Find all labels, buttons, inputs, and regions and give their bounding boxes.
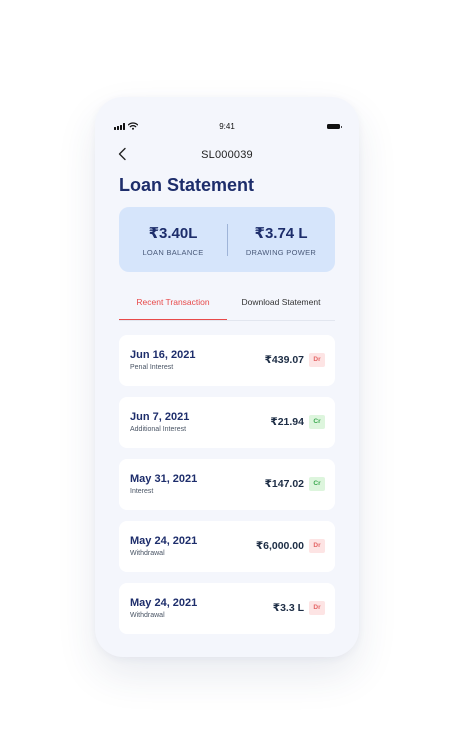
transaction-amount: ₹439.07 [264, 354, 304, 366]
tab-bar: Recent Transaction Download Statement [119, 294, 335, 321]
account-id: SL000039 [201, 149, 253, 161]
loan-balance-block: ₹3.40L LOAN BALANCE [119, 207, 227, 272]
transaction-card[interactable]: May 24, 2021 Withdrawal ₹3.3 L Dr [119, 583, 335, 634]
credit-badge: Cr [309, 477, 325, 491]
transaction-description: Additional Interest [130, 426, 187, 433]
transaction-date: Jun 16, 2021 [130, 349, 196, 361]
transaction-card[interactable]: Jun 7, 2021 Additional Interest ₹21.94 C… [119, 397, 335, 448]
drawing-power-label: DRAWING POWER [245, 248, 317, 257]
transaction-description: Penal Interest [130, 364, 174, 371]
transaction-amount: ₹147.02 [264, 478, 304, 490]
tab-recent-transaction[interactable]: Recent Transaction [119, 297, 227, 320]
transaction-description: Withdrawal [130, 550, 165, 557]
transaction-amount: ₹21.94 [270, 416, 304, 428]
transaction-card[interactable]: May 31, 2021 Interest ₹147.02 Cr [119, 459, 335, 510]
transaction-date: May 24, 2021 [130, 535, 198, 547]
transaction-date: May 24, 2021 [130, 597, 198, 609]
drawing-power-block: ₹3.74 L DRAWING POWER [227, 207, 335, 272]
drawing-power-value: ₹3.74 L [254, 225, 308, 242]
status-bar: 9:41 [95, 119, 359, 133]
credit-badge: Cr [309, 415, 325, 429]
transaction-amount: ₹6,000.00 [255, 540, 304, 552]
page-title: Loan Statement [119, 175, 255, 195]
transaction-card[interactable]: May 24, 2021 Withdrawal ₹6,000.00 Dr [119, 521, 335, 572]
loan-balance-value: ₹3.40L [148, 225, 198, 242]
battery-icon [327, 124, 342, 129]
status-time: 9:41 [219, 122, 235, 131]
loan-balance-label: LOAN BALANCE [142, 248, 204, 257]
loan-summary-card: ₹3.40L LOAN BALANCE ₹3.74 L DRAWING POWE… [119, 207, 335, 272]
transaction-description: Interest [130, 488, 154, 495]
phone-frame: 9:41 SL000039 Loan Statement ₹3.40L LOAN… [95, 97, 359, 657]
debit-badge: Dr [309, 601, 325, 615]
transaction-description: Withdrawal [130, 612, 165, 619]
transaction-date: May 31, 2021 [130, 473, 198, 485]
tab-download-statement[interactable]: Download Statement [227, 297, 335, 319]
transaction-amount: ₹3.3 L [272, 602, 304, 614]
transaction-card[interactable]: Jun 16, 2021 Penal Interest ₹439.07 Dr [119, 335, 335, 386]
navigation-bar: SL000039 [95, 146, 359, 164]
debit-badge: Dr [309, 539, 325, 553]
transaction-date: Jun 7, 2021 [130, 411, 190, 423]
debit-badge: Dr [309, 353, 325, 367]
